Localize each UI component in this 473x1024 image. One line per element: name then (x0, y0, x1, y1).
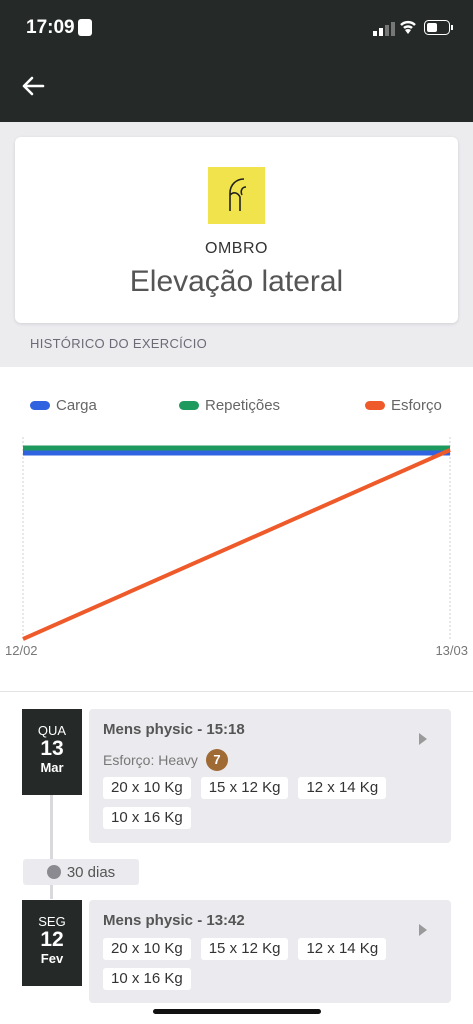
signal-icon (373, 22, 395, 36)
session-title: Mens physic - 13:42 (103, 912, 245, 929)
days-gap: 30 dias (23, 859, 139, 885)
set-chip: 10 x 16 Kg (103, 807, 191, 829)
history-chart: Carga Repetições Esforço 12/02 13/03 (0, 367, 473, 691)
home-indicator (153, 1009, 321, 1014)
id-badge-icon (78, 19, 92, 36)
x-tick-label: 12/02 (5, 643, 38, 658)
status-time: 17:09 (26, 17, 75, 38)
section-title: HISTÓRICO DO EXERCÍCIO (30, 336, 208, 351)
shoulder-icon (208, 167, 265, 224)
exercise-card: OMBRO Elevação lateral (15, 137, 458, 323)
days-gap-label: 30 dias (66, 863, 116, 881)
chart-series-esforço (22, 448, 451, 641)
set-chip: 12 x 14 Kg (298, 777, 387, 799)
wifi-icon (400, 20, 416, 34)
chevron-right-icon (419, 924, 427, 936)
set-chip: 20 x 10 Kg (103, 777, 191, 799)
effort-badge: 7 (205, 749, 228, 771)
date-day: 12 (40, 928, 64, 951)
chevron-right-icon (419, 733, 427, 745)
arrow-left-icon[interactable] (19, 72, 47, 100)
date-weekday: QUA (37, 723, 67, 738)
battery-icon (424, 20, 453, 35)
session-card[interactable]: Mens physic - 13:42 20 x 10 Kg 15 x 12 K… (89, 900, 451, 1003)
timeline-connector (50, 795, 53, 859)
date-badge: QUA 13 Mar (22, 709, 82, 795)
muscle-group-label: OMBRO (205, 240, 268, 257)
date-month: Fev (40, 951, 64, 966)
date-month: Mar (40, 760, 64, 775)
session-title: Mens physic - 15:18 (103, 721, 245, 738)
set-chip: 15 x 12 Kg (200, 938, 289, 960)
sets-list: 20 x 10 Kg 15 x 12 Kg 12 x 14 Kg 10 x 16… (103, 777, 443, 837)
set-chip: 15 x 12 Kg (200, 777, 289, 799)
date-day: 13 (40, 737, 64, 760)
session-card[interactable]: Mens physic - 15:18 Esforço: Heavy 7 20 … (89, 709, 451, 843)
exercise-title: Elevação lateral (129, 265, 344, 298)
timeline-connector (50, 885, 53, 899)
date-weekday: SEG (38, 914, 66, 929)
clock-icon (46, 865, 61, 879)
set-chip: 12 x 14 Kg (298, 938, 387, 960)
sets-list: 20 x 10 Kg 15 x 12 Kg 12 x 14 Kg 10 x 16… (103, 938, 443, 998)
chart-plot: 12/02 13/03 (5, 437, 468, 658)
effort-row: Esforço: Heavy 7 (103, 749, 228, 771)
top-bar: 17:09 (0, 0, 473, 122)
x-tick-label: 13/03 (435, 643, 468, 658)
set-chip: 10 x 16 Kg (103, 968, 191, 990)
set-chip: 20 x 10 Kg (103, 938, 191, 960)
date-badge: SEG 12 Fev (22, 900, 82, 986)
effort-label: Esforço: Heavy (103, 752, 198, 768)
